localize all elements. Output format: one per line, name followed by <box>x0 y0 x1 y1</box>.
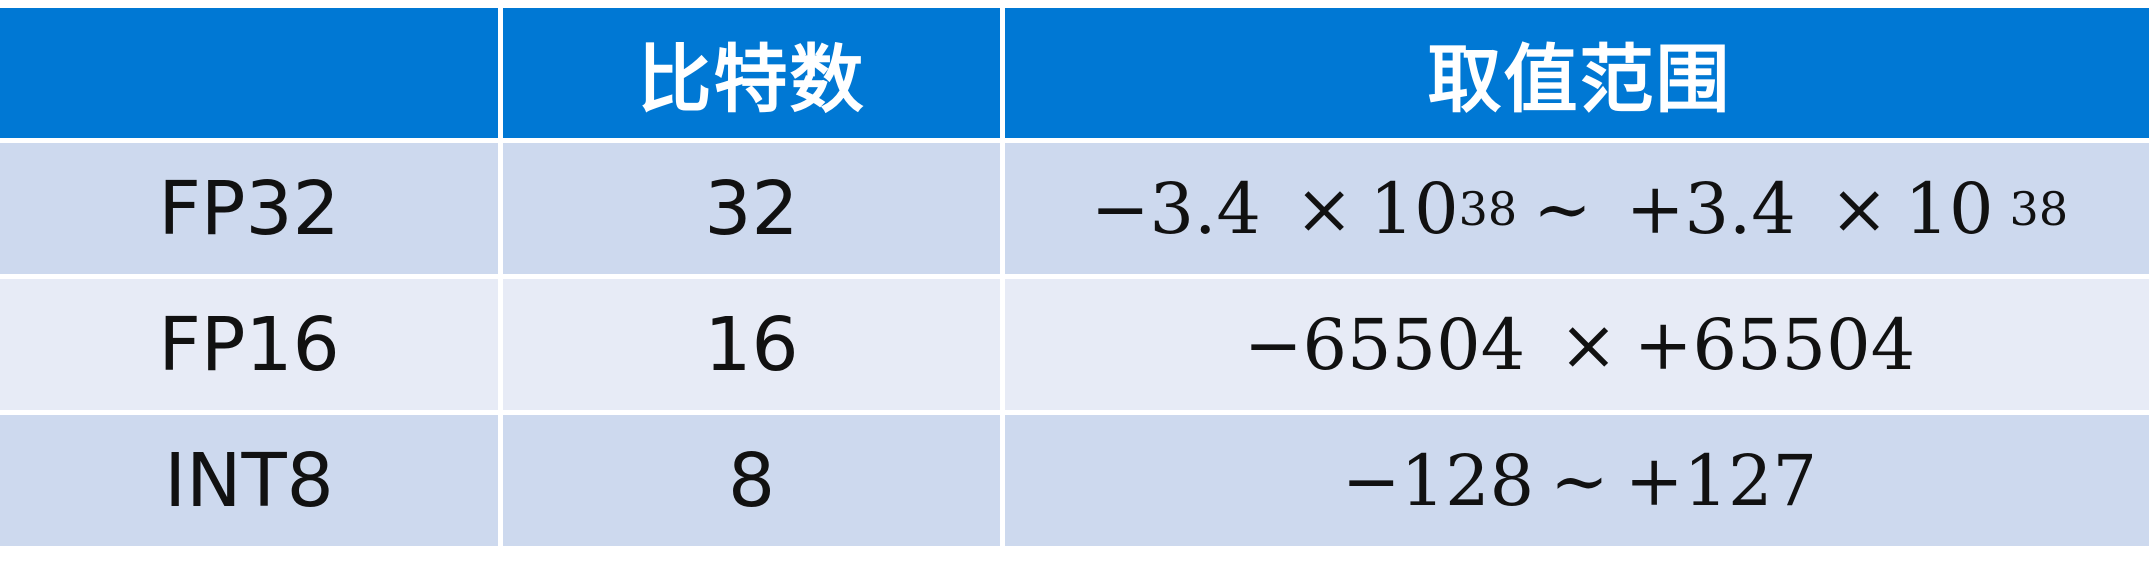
range-base-2: 10 <box>1904 167 1994 250</box>
range-lo: −128 <box>1341 439 1535 522</box>
range-tilde: ~ <box>1533 167 1592 250</box>
range-hi: +127 <box>1624 439 1818 522</box>
range-hi: +65504 <box>1633 303 1916 386</box>
range-times-symbol-2: × <box>1829 167 1889 250</box>
cell-range-int8: −128 ~ +127 <box>1005 415 2149 546</box>
range-lo: −65504 <box>1243 303 1526 386</box>
cell-range-fp32: −3.4 × 10 38 ~ +3.4 × 10 38 <box>1005 143 2149 274</box>
range-times-symbol: × <box>1294 167 1354 250</box>
cell-type-fp32: FP32 <box>0 143 498 274</box>
range-hi-mantissa: +3.4 <box>1625 167 1796 250</box>
range-base: 10 <box>1369 167 1459 250</box>
range-separator: × <box>1559 303 1618 386</box>
cell-bits-int8: 8 <box>503 415 1000 546</box>
range-lo-mantissa: −3.4 <box>1090 167 1261 250</box>
data-type-table: 比特数 取值范围 FP32 32 −3.4 × 10 38 ~ +3.4 × 10… <box>0 0 2149 576</box>
header-cell-bits: 比特数 <box>503 8 1000 138</box>
cell-bits-fp16: 16 <box>503 279 1000 410</box>
cell-type-int8: INT8 <box>0 415 498 546</box>
header-cell-range: 取值范围 <box>1005 8 2149 138</box>
cell-bits-fp32: 32 <box>503 143 1000 274</box>
cell-range-fp16: −65504 × +65504 <box>1005 279 2149 410</box>
header-cell-blank <box>0 8 498 138</box>
cell-type-fp16: FP16 <box>0 279 498 410</box>
range-separator: ~ <box>1550 439 1609 522</box>
